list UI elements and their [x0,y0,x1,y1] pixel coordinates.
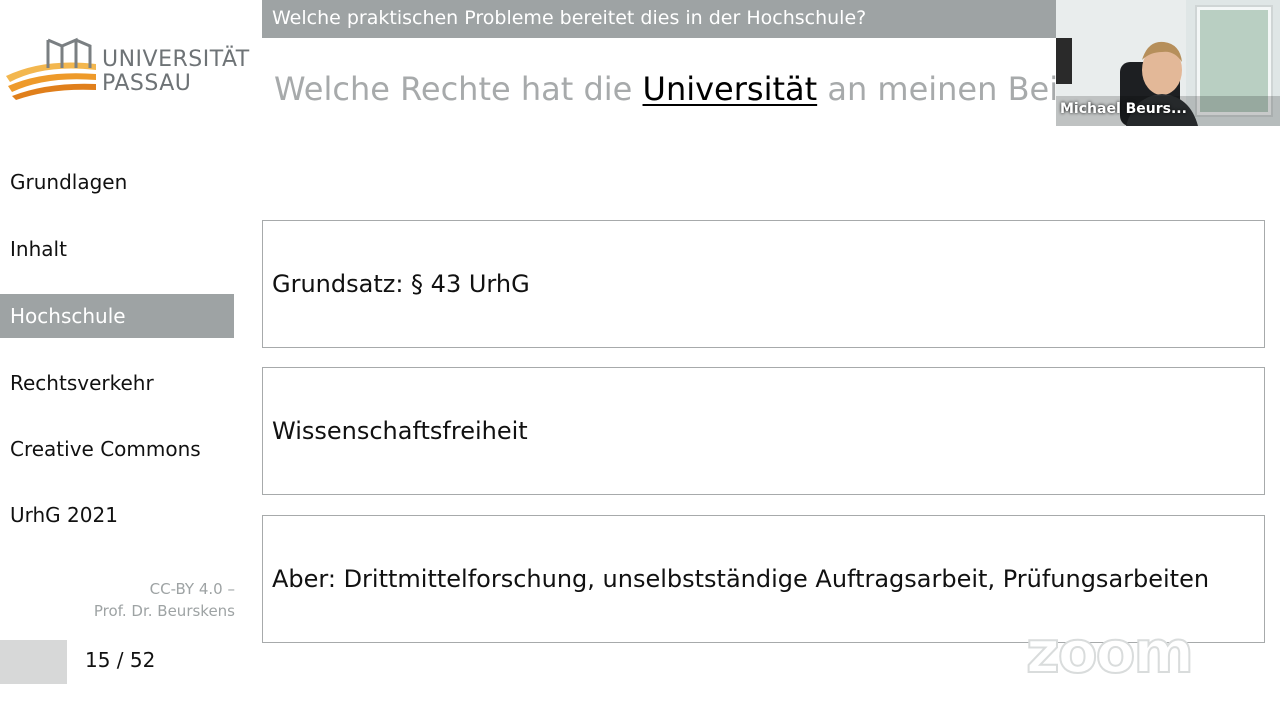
zoom-watermark-text: zoom [1026,626,1192,682]
passau-logo-icon [6,37,96,100]
sidebar-item-urhg-2021[interactable]: UrhG 2021 [0,493,234,537]
sidebar-item-label: Inhalt [10,237,67,261]
slide-title-suffix: an meinen Beiträgen? [827,70,1056,108]
license-note: CC-BY 4.0 – Prof. Dr. Beurskens [60,578,235,622]
sidebar-item-grundlagen[interactable]: Grundlagen [0,160,234,204]
sidebar-item-rechtsverkehr[interactable]: Rechtsverkehr [0,361,234,405]
page-indicator-block [0,640,67,684]
content-box-text: Aber: Drittmittelforschung, unselbststän… [272,565,1210,593]
university-logo: UNIVERSITÄT PASSAU [4,34,249,104]
slide-title-emphasis: Universität [642,70,818,108]
sidebar-item-inhalt[interactable]: Inhalt [0,227,234,271]
sidebar-item-label: Rechtsverkehr [10,371,154,395]
sidebar-item-creative-commons[interactable]: Creative Commons [0,427,234,471]
sidebar-item-label: UrhG 2021 [10,503,118,527]
participant-name-label: Michael Beurs... [1060,101,1187,117]
content-box-aber: Aber: Drittmittelforschung, unselbststän… [262,515,1265,643]
content-box-text: Wissenschaftsfreiheit [272,417,528,445]
page-counter: 15 / 52 [85,648,156,672]
sidebar-item-label: Creative Commons [10,437,201,461]
sidebar-item-label: Hochschule [10,304,126,328]
content-box-grundsatz: Grundsatz: § 43 UrhG [262,220,1265,348]
license-line-2: Prof. Dr. Beurskens [93,602,235,620]
sidebar-item-hochschule[interactable]: Hochschule [0,294,234,338]
slide-title: Welche Rechte hat die Universität an mei… [274,70,1056,108]
logo-wordmark: UNIVERSITÄT PASSAU [102,48,250,96]
logo-line-1: UNIVERSITÄT [102,47,250,72]
slide-title-prefix: Welche Rechte hat die [274,70,643,108]
question-banner-text: Welche praktischen Probleme bereitet die… [272,7,867,29]
logo-line-2: PASSAU [102,71,192,96]
question-banner: Welche praktischen Probleme bereitet die… [262,0,1056,38]
zoom-watermark-icon: zoom [1026,626,1195,682]
content-box-wissenschaftsfreiheit: Wissenschaftsfreiheit [262,367,1265,495]
sidebar-item-label: Grundlagen [10,170,128,194]
content-box-text: Grundsatz: § 43 UrhG [272,270,530,298]
participant-video-tile[interactable]: Michael Beurs... [1056,0,1280,126]
license-line-1: CC-BY 4.0 – [149,580,235,598]
